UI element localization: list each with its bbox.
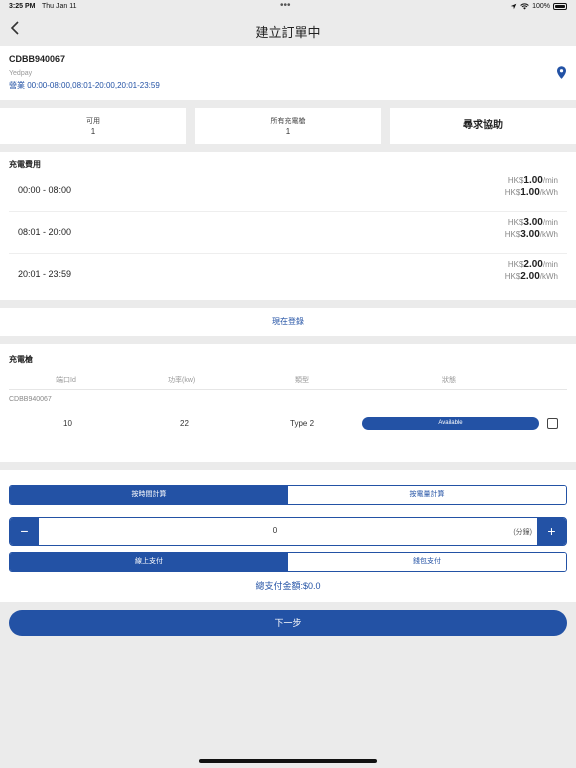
currency: HK$ [507,176,524,185]
multitask-dots[interactable]: ••• [280,0,291,11]
divider [9,389,567,390]
fees-card: 充電費用 00:00 - 08:00 HK$1.00/min HK$1.00/k… [0,152,576,300]
status-date: Thu Jan 11 [42,3,77,10]
station-hours: 營業 00:00-08:00,08:01-20:00,20:01-23:59 [9,81,160,90]
connector-station-id: CDBB940067 [9,396,52,403]
unit-min: /min [542,176,558,185]
payment-method-toggle: 線上支付 錢包支付 [9,552,567,572]
status-time: 3:25 PM [9,3,36,10]
wifi-icon [520,3,529,10]
price-per-kwh: 3.00 [520,229,540,240]
power: 22 [180,419,189,428]
unit-kwh: /kWh [539,272,558,281]
connector-type: Type 2 [290,419,315,428]
column-header: 類型 [295,377,309,384]
status-bar: 3:25 PM Thu Jan 11 ••• 100% [0,0,576,14]
price-per-min: 1.00 [523,175,543,186]
column-header: 端口Id [56,377,76,384]
help-button[interactable]: 尋求協助 [390,108,576,144]
status-right: 100% [510,3,567,10]
connectors-title: 充電槍 [9,355,33,364]
fee-row: 00:00 - 08:00 HK$1.00/min HK$1.00/kWh [9,170,567,212]
price-per-kwh: 2.00 [520,271,540,282]
next-button[interactable]: 下一步 [9,610,567,636]
nav-bar: 建立訂單中 [0,14,576,46]
total-amount: 總支付金額:$0.0 [255,581,321,591]
price-per-min: 2.00 [523,259,543,270]
station-id: CDBB940067 [9,54,66,64]
currency: HK$ [507,218,524,227]
fee-prices: HK$1.00/min HK$1.00/kWh [505,175,558,199]
currency: HK$ [504,272,521,281]
duration-stepper: − 0 (分鐘) + [9,517,567,546]
plus-button[interactable]: + [537,518,566,545]
station-card: CDBB940067 Yedpay 營業 00:00-08:00,08:01-2… [0,46,576,100]
unit-min: /min [542,260,558,269]
unit-min: /min [542,218,558,227]
fee-prices: HK$3.00/min HK$3.00/kWh [505,217,558,241]
unit-kwh: /kWh [539,230,558,239]
fees-title: 充電費用 [9,160,41,169]
all-connectors-label: 所有充電槍 [270,118,306,125]
payment-card: 按時間計算 按電量計算 − 0 (分鐘) + 線上支付 錢包支付 總支付金額:$… [0,470,576,602]
currency: HK$ [504,188,521,197]
tab-by-time[interactable]: 按時間計算 [10,486,288,504]
location-arrow-icon [510,3,517,10]
price-per-min: 3.00 [523,217,543,228]
fee-row: 20:01 - 23:59 HK$2.00/min HK$2.00/kWh [9,254,567,296]
currency: HK$ [504,230,521,239]
billing-mode-toggle: 按時間計算 按電量計算 [9,485,567,505]
page-title: 建立訂單中 [255,25,321,40]
fee-row: 08:01 - 20:00 HK$3.00/min HK$3.00/kWh [9,212,567,254]
available-value: 1 [90,127,96,136]
battery-icon [553,3,567,10]
fee-time-range: 08:01 - 20:00 [18,227,72,237]
connectors-card: 充電槍 端口Id 功率(kw) 類型 狀態 CDBB940067 10 22 T… [0,344,576,462]
tab-wallet-payment[interactable]: 錢包支付 [288,553,566,571]
stepper-value[interactable]: 0 [10,526,540,535]
register-link[interactable]: 現在登錄 [0,308,576,336]
unit-kwh: /kWh [539,188,558,197]
column-header: 狀態 [442,377,456,384]
price-per-kwh: 1.00 [520,187,540,198]
fee-prices: HK$2.00/min HK$2.00/kWh [505,259,558,283]
all-connectors-box: 所有充電槍 1 [195,108,381,144]
station-operator: Yedpay [9,70,33,77]
tab-online-payment[interactable]: 線上支付 [10,553,288,571]
available-label: 可用 [86,118,100,125]
available-count-box: 可用 1 [0,108,186,144]
battery-percent: 100% [532,3,550,10]
all-connectors-value: 1 [285,127,291,136]
column-header: 功率(kw) [168,377,196,384]
stepper-unit: (分鐘) [513,529,532,536]
fee-time-range: 20:01 - 23:59 [18,269,72,279]
tab-by-energy[interactable]: 按電量計算 [288,486,566,504]
fee-time-range: 00:00 - 08:00 [18,185,72,195]
home-indicator[interactable] [199,759,377,763]
status-badge: Available [362,417,539,430]
location-pin-icon[interactable] [557,66,566,84]
port-id: 10 [63,419,72,428]
connector-checkbox[interactable] [547,418,558,429]
currency: HK$ [507,260,524,269]
